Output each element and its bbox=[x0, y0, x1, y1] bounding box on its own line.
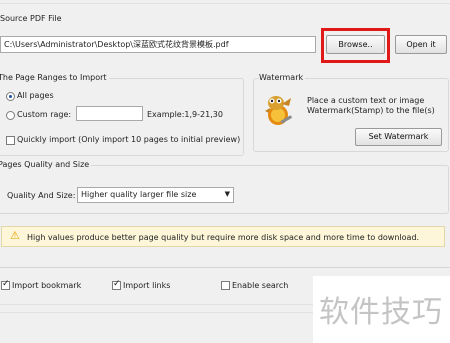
gimp-mascot-icon bbox=[265, 96, 292, 125]
custom-range-radio[interactable] bbox=[6, 111, 15, 120]
enable-search-checkbox[interactable] bbox=[221, 281, 230, 290]
quality-legend: Pages Quality and Size bbox=[0, 160, 92, 169]
quality-select[interactable]: Higher quality larger file size ▼ bbox=[77, 187, 234, 203]
quick-import-checkbox[interactable] bbox=[6, 136, 15, 145]
source-legend: Source PDF File bbox=[0, 14, 62, 23]
watermark-description: Place a custom text or image Watermark(S… bbox=[307, 96, 435, 115]
chevron-down-icon[interactable]: ▼ bbox=[225, 190, 230, 198]
top-edge bbox=[0, 3, 450, 4]
quality-selected-value: Higher quality larger file size bbox=[81, 190, 197, 199]
quick-import-label: Quickly import (Only import 10 pages to … bbox=[17, 135, 241, 144]
watermark-legend: Watermark bbox=[259, 73, 306, 82]
page-ranges-legend: The Page Ranges to Import bbox=[0, 73, 109, 82]
all-pages-radio[interactable] bbox=[6, 92, 15, 101]
custom-range-label: Custom rage: bbox=[17, 110, 72, 119]
import-bookmark-checkbox[interactable] bbox=[1, 279, 10, 290]
divider bbox=[0, 267, 450, 268]
watermark-overlay-text: 软件技巧 bbox=[319, 295, 443, 330]
custom-range-input[interactable] bbox=[76, 106, 143, 121]
all-pages-label: All pages bbox=[17, 91, 54, 100]
example-label: Example:1,9-21,30 bbox=[147, 110, 223, 119]
quality-notice: ⚠ High values produce better page qualit… bbox=[1, 226, 445, 247]
set-watermark-button[interactable]: Set Watermark bbox=[355, 128, 442, 146]
import-links-label: Import links bbox=[123, 281, 171, 290]
open-it-button[interactable]: Open it bbox=[395, 35, 447, 54]
notice-text: High values produce better page quality … bbox=[27, 233, 420, 242]
quality-label: Quality And Size: bbox=[7, 191, 76, 200]
import-links-checkbox[interactable] bbox=[112, 279, 121, 290]
browse-button[interactable]: Browse.. bbox=[326, 35, 385, 54]
watermark-overlay-box: 软件技巧 bbox=[313, 276, 450, 343]
enable-search-label: Enable search bbox=[232, 281, 289, 290]
source-path-field[interactable]: C:\Users\Administrator\Desktop\深蓝欧式花纹背景模… bbox=[0, 36, 316, 53]
import-bookmark-label: Import bookmark bbox=[12, 281, 82, 290]
warning-icon: ⚠ bbox=[10, 229, 20, 242]
